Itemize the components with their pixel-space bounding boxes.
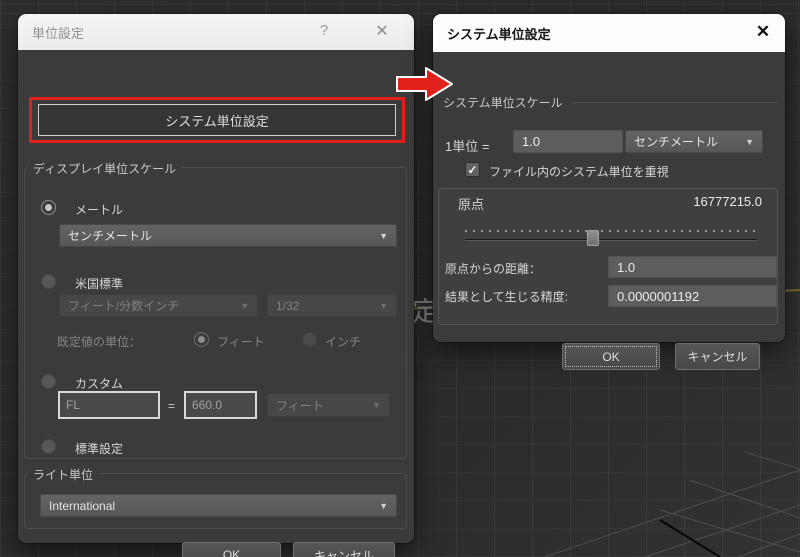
distance-label: 原点からの距離： (445, 262, 542, 276)
slider-ticks (465, 230, 757, 232)
us-standard-radio-label[interactable]: 米国標準 (75, 275, 123, 292)
us-standard-radio[interactable] (41, 274, 56, 289)
system-unit-dropdown-value: センチメートル (634, 135, 719, 149)
accuracy-field[interactable]: 0.0000001192 (608, 285, 777, 307)
chevron-down-icon: ▼ (379, 230, 388, 241)
generic-units-radio[interactable] (41, 439, 56, 454)
lighting-units-dropdown-value: International (49, 498, 116, 513)
respect-system-units-label[interactable]: ファイル内のシステム単位を重視 (489, 163, 669, 180)
unit-setup-title: 単位設定 (32, 25, 85, 41)
equals-sign: = (168, 399, 176, 413)
origin-label: 原点 (458, 197, 485, 212)
close-icon[interactable]: ✕ (370, 21, 394, 41)
system-unit-dropdown[interactable]: センチメートル ▼ (625, 130, 763, 153)
cancel-button[interactable]: キャンセル (675, 343, 760, 370)
us-fraction-dropdown-value: 1/32 (276, 298, 300, 313)
one-unit-field[interactable]: 1.0 (513, 130, 623, 153)
help-icon[interactable]: ? (314, 22, 334, 39)
us-fraction-dropdown[interactable]: 1/32 ▼ (267, 294, 397, 317)
display-unit-scale-label: ディスプレイ単位スケール (28, 160, 182, 177)
close-icon[interactable]: ✕ (751, 22, 775, 42)
system-unit-body: システム単位スケール 1単位 = 1.0 センチメートル ▼ ✓ ファイル内のシ… (433, 52, 785, 370)
chevron-down-icon: ▼ (379, 300, 388, 311)
default-units-label: 既定値の単位： (57, 335, 142, 349)
us-unit-dropdown-value: フィート/分数インチ (68, 299, 180, 313)
unit-setup-titlebar[interactable]: 単位設定 ? ✕ (18, 14, 414, 50)
chevron-down-icon: ▼ (745, 136, 754, 147)
metric-radio-label[interactable]: メートル (75, 201, 123, 218)
chevron-down-icon: ▼ (379, 500, 388, 511)
inches-radio[interactable] (302, 332, 317, 347)
annotation-rectangle: システム単位設定 (29, 97, 405, 143)
inches-radio-label[interactable]: インチ (325, 333, 361, 350)
group-divider (570, 102, 777, 103)
feet-radio-label[interactable]: フィート (217, 333, 265, 350)
us-unit-dropdown[interactable]: フィート/分数インチ ▼ (59, 294, 258, 317)
origin-value: 16777215.0 (693, 194, 762, 209)
custom-radio-label[interactable]: カスタム (75, 375, 123, 392)
slider-track (465, 239, 757, 240)
lighting-units-dropdown[interactable]: International ▼ (40, 494, 397, 517)
system-unit-scale-label: システム単位スケール (443, 96, 563, 110)
generic-units-radio-label[interactable]: 標準設定 (75, 440, 123, 457)
metric-radio[interactable] (41, 200, 56, 215)
unit-setup-body: システム単位設定 ディスプレイ単位スケール メートル センチメートル ▼ 米国標… (18, 50, 414, 557)
accuracy-label: 結果として生じる精度: (445, 290, 568, 304)
respect-system-units-checkbox[interactable]: ✓ (465, 162, 480, 177)
custom-unit-dropdown-value: フィート (276, 398, 324, 413)
custom-name-field[interactable]: FL (58, 391, 160, 419)
origin-slider[interactable] (465, 228, 757, 248)
chevron-down-icon: ▼ (372, 400, 381, 410)
ok-button[interactable]: OK (182, 542, 281, 557)
unit-setup-dialog: 単位設定 ? ✕ システム単位設定 ディスプレイ単位スケール メートル センチメ… (18, 14, 414, 557)
annotation-arrow-icon (396, 67, 453, 101)
viewport-background: 定 単位設定 ? ✕ システム単位設定 ディスプレイ単位スケール メートル セン… (0, 0, 800, 557)
cancel-button[interactable]: キャンセル (293, 542, 395, 557)
one-unit-label: 1単位 = (445, 139, 490, 154)
metric-unit-dropdown[interactable]: センチメートル ▼ (59, 224, 397, 247)
system-unit-setup-dialog: システム単位設定 ✕ システム単位スケール 1単位 = 1.0 センチメートル … (433, 14, 785, 370)
custom-unit-dropdown[interactable]: フィート ▼ (267, 393, 390, 417)
distance-field[interactable]: 1.0 (608, 256, 777, 278)
lighting-units-label: ライト単位 (28, 466, 99, 483)
system-unit-titlebar[interactable]: システム単位設定 ✕ (433, 14, 785, 52)
metric-unit-dropdown-value: センチメートル (68, 229, 153, 243)
chevron-down-icon: ▼ (240, 300, 249, 311)
custom-radio[interactable] (41, 374, 56, 389)
origin-slider-thumb[interactable] (587, 230, 599, 246)
system-unit-scale-group: システム単位スケール (443, 94, 777, 111)
system-unit-title: システム単位設定 (447, 26, 551, 42)
feet-radio[interactable] (194, 332, 209, 347)
system-unit-setup-button[interactable]: システム単位設定 (38, 104, 396, 136)
custom-amount-field[interactable]: 660.0 (184, 391, 257, 419)
ok-button[interactable]: OK (562, 343, 660, 370)
